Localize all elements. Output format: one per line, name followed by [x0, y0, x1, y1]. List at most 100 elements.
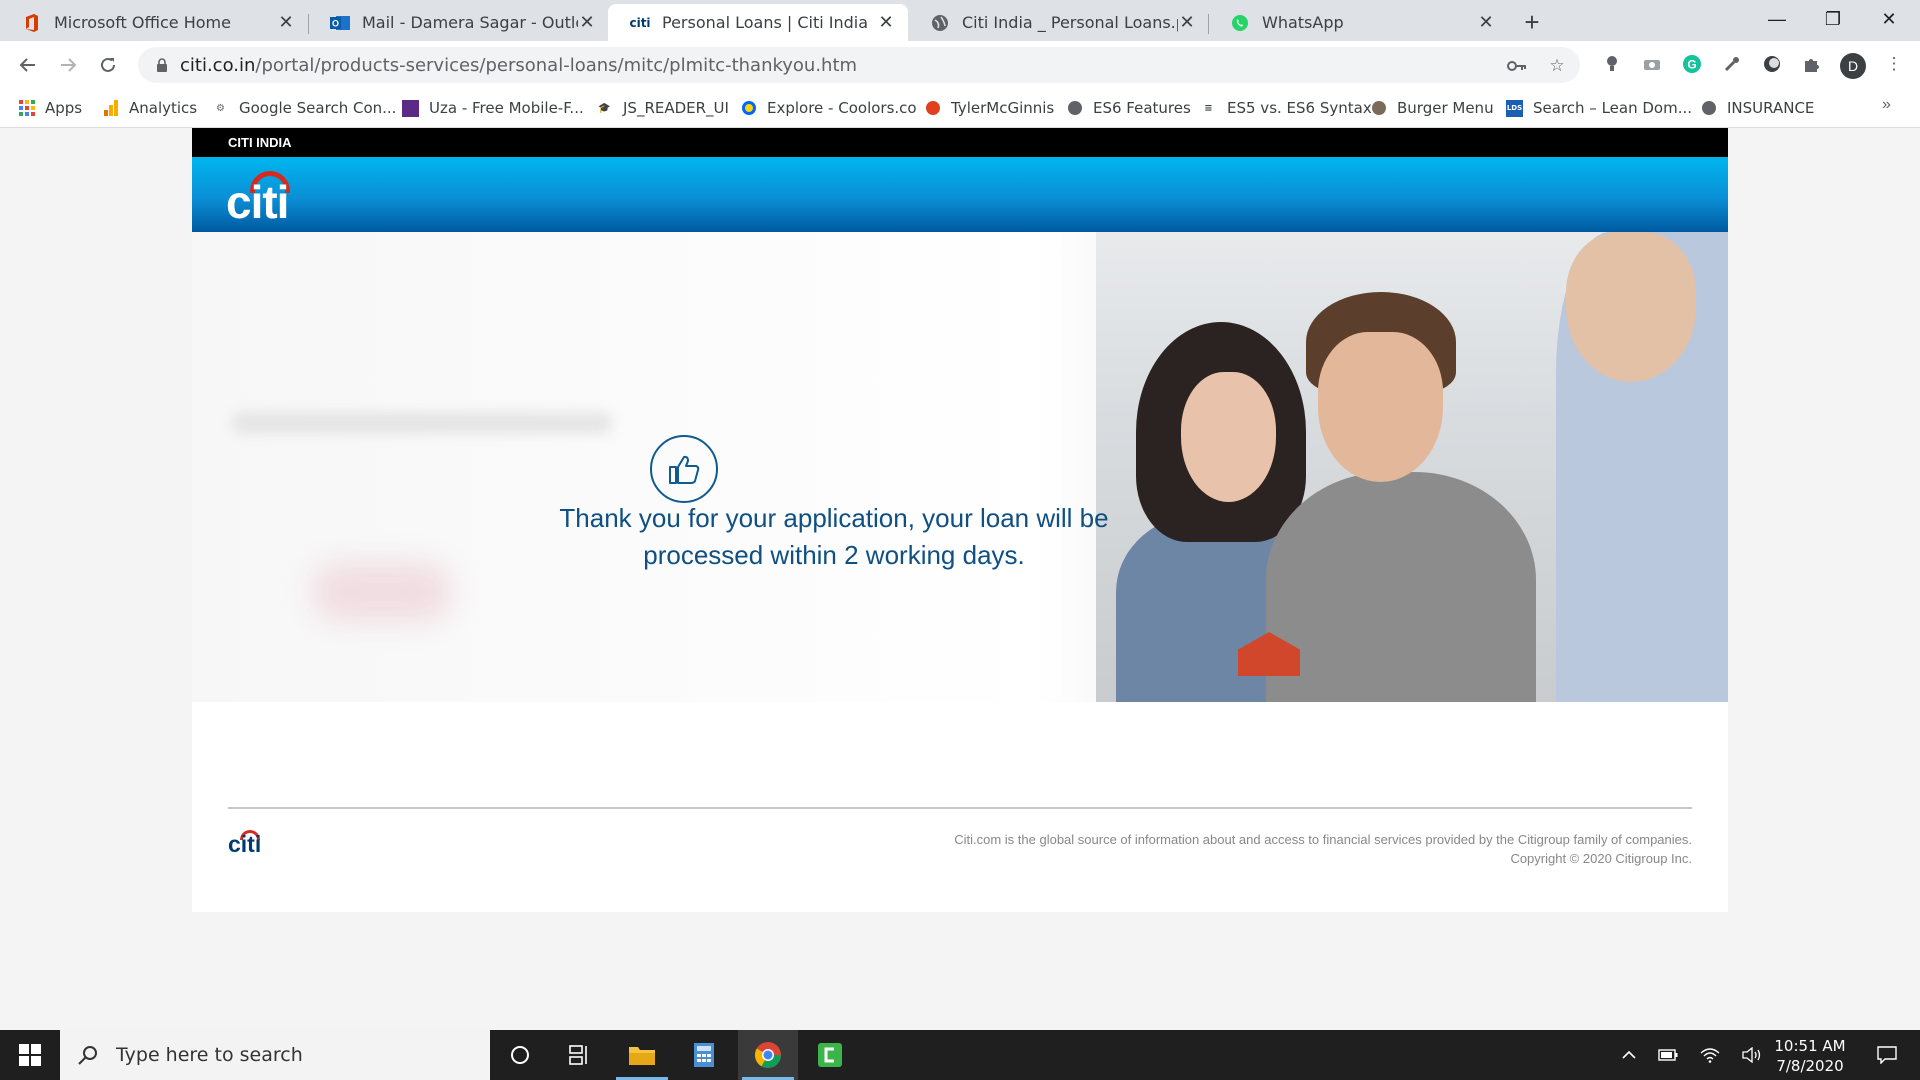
bookmark-label: Apps — [45, 99, 83, 117]
bookmark-label: Burger Menu — [1397, 99, 1494, 117]
citi-logo[interactable]: citi — [226, 167, 302, 228]
bookmark-label: Google Search Con... — [239, 99, 397, 117]
tylermcginnis-icon — [924, 100, 941, 117]
lock-icon[interactable] — [154, 57, 170, 73]
battery-icon[interactable] — [1652, 1030, 1684, 1080]
coolors-icon — [740, 100, 757, 117]
close-icon[interactable]: ✕ — [276, 12, 296, 33]
tab-title: Citi India _ Personal Loans.pdf — [962, 13, 1178, 32]
bookmark-es6-features[interactable]: ES6 Features — [1066, 96, 1191, 120]
tab-microsoft-office-home[interactable]: Microsoft Office Home ✕ — [0, 4, 308, 41]
profile-avatar[interactable]: D — [1840, 53, 1866, 79]
file-explorer-icon[interactable] — [612, 1030, 672, 1080]
minimize-button[interactable]: — — [1754, 0, 1800, 38]
puzzle-extensions-icon[interactable] — [1800, 52, 1824, 76]
tab-title: Mail - Damera Sagar - Outlook — [362, 13, 578, 32]
hero-banner — [192, 232, 1728, 702]
graduation-cap-icon: 🎓 — [598, 102, 611, 114]
back-button[interactable] — [12, 49, 44, 81]
key-icon[interactable] — [1506, 55, 1528, 77]
show-hidden-icons-chevron-icon[interactable] — [1614, 1030, 1644, 1080]
globe-icon — [1066, 100, 1083, 117]
taskbar-clock[interactable]: 10:51 AM 7/8/2020 — [1770, 1036, 1850, 1076]
clock-date: 7/8/2020 — [1776, 1057, 1844, 1075]
svg-text:G: G — [1687, 58, 1696, 72]
bookmark-label: JS_READER_UI — [623, 99, 729, 117]
search-icon — [76, 1043, 100, 1067]
bookmark-analytics[interactable]: Analytics — [102, 96, 197, 120]
taskbar-search-input[interactable]: Type here to search — [60, 1030, 490, 1080]
reload-button[interactable] — [92, 49, 124, 81]
hero-blur-shape — [232, 412, 612, 434]
bookmarks-bar: Apps Analytics ⚙ Google Search Con... Uz… — [0, 88, 1920, 128]
tab-personal-loans-citi[interactable]: citi Personal Loans | Citi India ✕ — [608, 4, 908, 41]
bookmark-tylermcginnis[interactable]: TylerMcGinnis — [924, 96, 1054, 120]
footer-text: Citi.com is the global source of informa… — [954, 830, 1692, 868]
bookmark-es5-vs-es6[interactable]: ≡ ES5 vs. ES6 Syntax — [1200, 96, 1371, 120]
bookmark-coolors[interactable]: Explore - Coolors.co — [740, 96, 917, 120]
bookmark-label: TylerMcGinnis — [951, 99, 1055, 117]
notifications-icon[interactable] — [1862, 1030, 1912, 1080]
bookmark-label: Explore - Coolors.co — [767, 99, 917, 117]
browser-tab-strip: Microsoft Office Home ✕ O Mail - Damera … — [0, 0, 1920, 41]
close-icon[interactable]: ✕ — [876, 12, 896, 33]
forward-button[interactable] — [52, 49, 84, 81]
bookmark-apps[interactable]: Apps — [18, 96, 82, 120]
avatar-icon — [1370, 100, 1387, 117]
wifi-icon[interactable] — [1694, 1030, 1726, 1080]
bookmark-google-search-console[interactable]: ⚙ Google Search Con... — [212, 96, 396, 120]
bookmark-burger-menu[interactable]: Burger Menu — [1370, 96, 1494, 120]
cortana-icon[interactable] — [490, 1030, 550, 1080]
grammarly-icon[interactable]: G — [1680, 52, 1704, 76]
clock-time: 10:51 AM — [1774, 1037, 1846, 1055]
calculator-icon[interactable] — [674, 1030, 734, 1080]
lds-icon: LDS — [1506, 99, 1523, 117]
bookmarks-overflow-icon[interactable]: » — [1882, 96, 1891, 114]
photo-man-sweater — [1266, 472, 1536, 702]
close-icon[interactable]: ✕ — [1178, 12, 1196, 33]
whatsapp-icon — [1230, 13, 1250, 33]
close-icon[interactable]: ✕ — [578, 12, 596, 33]
photo-woman-face — [1181, 372, 1276, 502]
bookmark-uza[interactable]: Uza - Free Mobile-F... — [402, 96, 584, 120]
photo-man-face — [1318, 332, 1443, 482]
star-icon[interactable]: ☆ — [1546, 55, 1568, 77]
browser-toolbar: citi.co.in/portal/products-services/pers… — [0, 41, 1920, 88]
windows-start-button[interactable] — [0, 1030, 60, 1080]
bookmark-js-reader-ui[interactable]: 🎓 JS_READER_UI — [596, 96, 729, 120]
bulb-extension-icon[interactable] — [1600, 52, 1624, 76]
footer-citi-logo[interactable]: citi — [228, 828, 268, 857]
eyedropper-extension-icon[interactable] — [1720, 52, 1744, 76]
menu-kebab-icon[interactable]: ⋮ — [1882, 52, 1906, 76]
bookmark-lean-dom[interactable]: LDS Search – Lean Dom... — [1506, 96, 1692, 120]
camera-extension-icon[interactable] — [1640, 52, 1664, 76]
chrome-taskbar-icon[interactable] — [738, 1030, 798, 1080]
url-text: citi.co.in/portal/products-services/pers… — [180, 55, 857, 76]
photo-agent-head — [1566, 232, 1696, 382]
task-view-icon[interactable] — [550, 1030, 610, 1080]
circle-extension-icon[interactable] — [1760, 52, 1784, 76]
close-window-button[interactable]: ✕ — [1866, 0, 1912, 38]
bookmark-label: Search – Lean Dom... — [1533, 99, 1693, 117]
uza-icon — [402, 99, 419, 117]
address-bar[interactable]: citi.co.in/portal/products-services/pers… — [138, 47, 1580, 83]
restore-button[interactable]: ❐ — [1810, 0, 1856, 38]
camtasia-icon[interactable] — [800, 1030, 860, 1080]
bookmark-insurance[interactable]: INSURANCE — [1700, 96, 1814, 120]
bookmark-label: Uza - Free Mobile-F... — [429, 99, 584, 117]
svg-text:O: O — [332, 18, 339, 28]
tab-outlook-mail[interactable]: O Mail - Damera Sagar - Outlook ✕ — [308, 4, 608, 41]
analytics-icon — [102, 100, 119, 117]
tab-whatsapp[interactable]: WhatsApp ✕ — [1208, 4, 1508, 41]
volume-icon[interactable] — [1736, 1030, 1768, 1080]
footer-logo-text: citi — [228, 831, 262, 857]
search-console-icon: ⚙ — [216, 102, 225, 114]
tab-citi-pdf[interactable]: Citi India _ Personal Loans.pdf ✕ — [908, 4, 1208, 41]
hero-blur-shape — [312, 562, 452, 622]
new-tab-button[interactable]: + — [1518, 7, 1546, 37]
windows-taskbar: Type here to search 10:51 AM 7/8/2020 — [0, 1030, 1920, 1080]
footer-divider — [228, 807, 1692, 809]
citi-logo-text: citi — [226, 176, 289, 228]
close-icon[interactable]: ✕ — [1476, 12, 1496, 33]
office-icon — [22, 13, 42, 33]
